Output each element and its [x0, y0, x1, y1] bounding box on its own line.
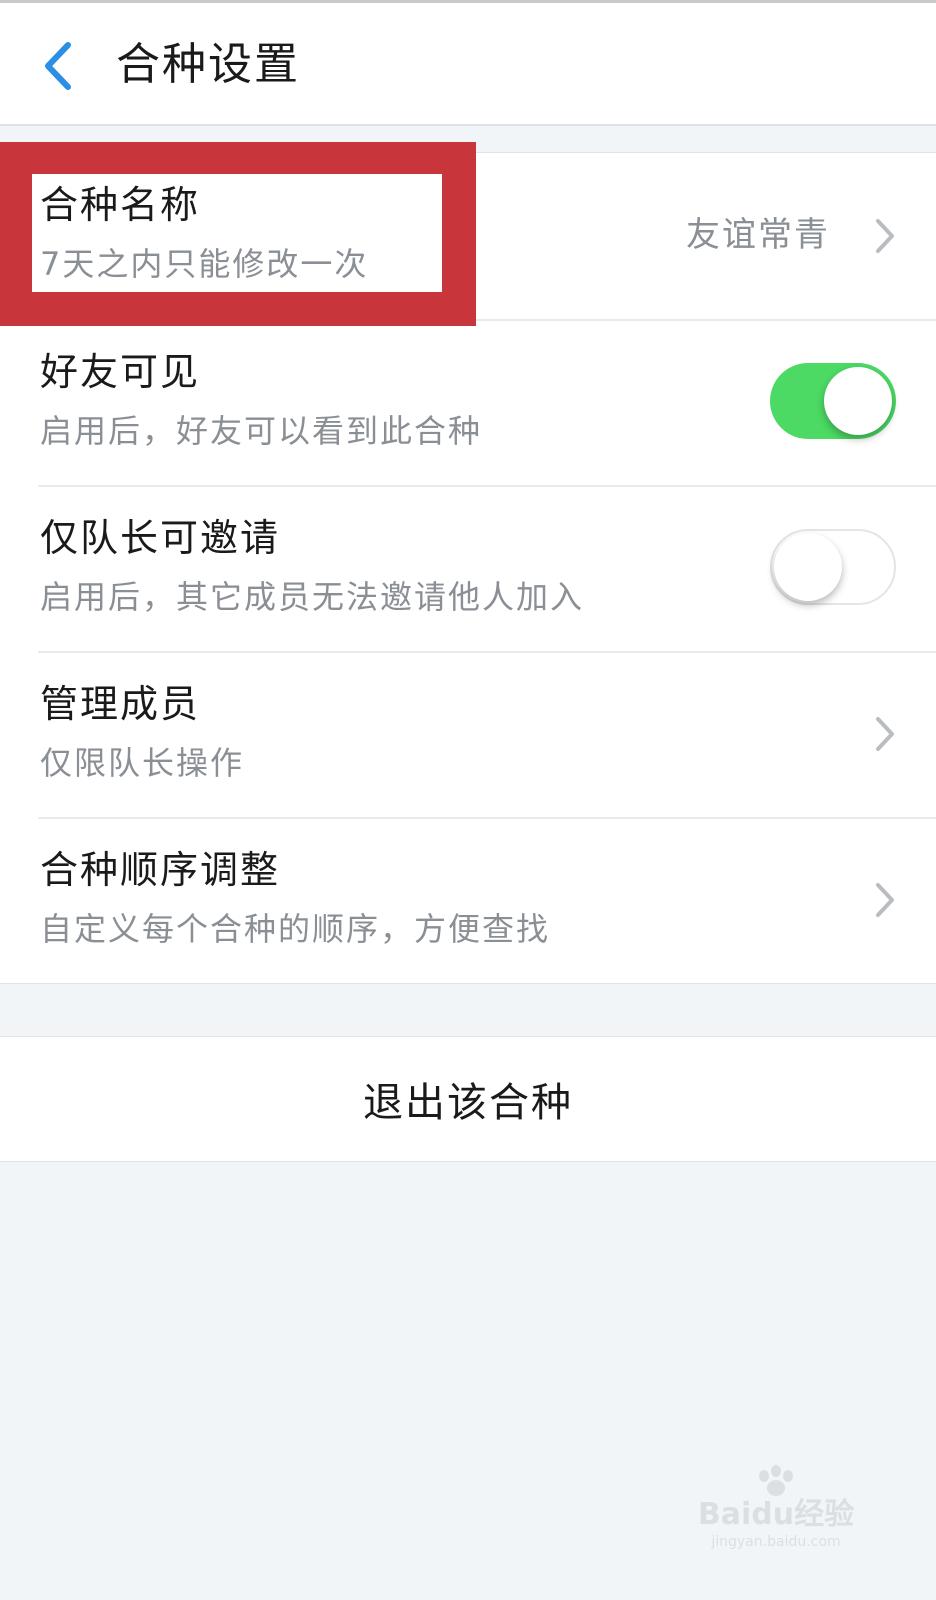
toggle-knob: [774, 533, 842, 601]
chevron-right-icon: [876, 717, 894, 751]
watermark-brand: Baidu经验: [698, 1497, 854, 1532]
highlight-subtitle: 7天之内只能修改一次: [40, 245, 369, 283]
highlight-inner: 合种名称 7天之内只能修改一次: [32, 174, 442, 292]
chevron-left-icon[interactable]: [38, 39, 78, 93]
setting-title: 管理成员: [40, 682, 201, 726]
setting-row-friends-visible: 好友可见 启用后，好友可以看到此合种: [0, 319, 936, 485]
chevron-right-icon: [876, 219, 894, 253]
setting-title: 仅队长可邀请: [40, 516, 281, 560]
page-title: 合种设置: [116, 39, 300, 90]
setting-title: 合种顺序调整: [40, 848, 281, 892]
baidu-jingyan-watermark: Baidu经验 jingyan.baidu.com: [698, 1465, 854, 1550]
highlight-annotation: 合种名称 7天之内只能修改一次: [0, 142, 476, 326]
setting-row-manage-members[interactable]: 管理成员 仅限队长操作: [0, 651, 936, 817]
setting-row-leader-invite-only: 仅队长可邀请 启用后，其它成员无法邀请他人加入: [0, 485, 936, 651]
friends-visible-toggle[interactable]: [770, 363, 896, 439]
group-name-value: 友谊常青: [686, 215, 830, 255]
highlight-title: 合种名称: [40, 183, 201, 227]
setting-row-order-adjust[interactable]: 合种顺序调整 自定义每个合种的顺序，方便查找: [0, 817, 936, 983]
setting-subtitle: 启用后，好友可以看到此合种: [40, 412, 483, 450]
setting-subtitle: 仅限队长操作: [40, 744, 245, 782]
leader-invite-only-toggle[interactable]: [770, 529, 896, 605]
header-bar: 合种设置: [0, 0, 936, 126]
setting-subtitle: 启用后，其它成员无法邀请他人加入: [40, 578, 585, 616]
chevron-right-icon: [876, 883, 894, 917]
exit-group-button[interactable]: 退出该合种: [0, 1037, 936, 1161]
watermark-url: jingyan.baidu.com: [710, 1534, 840, 1550]
toggle-knob: [824, 367, 892, 435]
setting-title: 好友可见: [40, 350, 201, 394]
setting-subtitle: 自定义每个合种的顺序，方便查找: [40, 910, 551, 948]
exit-section: 退出该合种: [0, 1036, 936, 1162]
